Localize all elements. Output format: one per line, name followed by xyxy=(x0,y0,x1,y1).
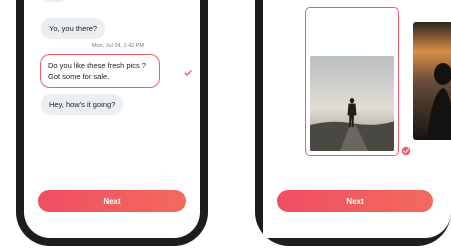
phone-frame-chat: Yo, you there? Mon, Jul 24, 1:42 PM Do y… xyxy=(16,0,208,246)
check-icon xyxy=(184,70,192,76)
phone-frame-gallery: Next xyxy=(255,0,451,246)
chat-bubble-text: Yo, you there? xyxy=(49,24,98,33)
photo-card-selected[interactable] xyxy=(305,7,399,156)
photo-thumbnail xyxy=(310,56,394,151)
chat-bubble-cutoff[interactable] xyxy=(43,0,65,2)
photo-card-second[interactable] xyxy=(413,22,451,140)
chat-bubble[interactable]: Yo, you there? xyxy=(41,18,106,39)
message-timestamp: Mon, Jul 24, 1:42 PM xyxy=(92,43,144,49)
chat-bubble-text: Hey, how's it going? xyxy=(49,100,116,109)
sunset-person-photo xyxy=(310,56,394,151)
gallery-screen: Next xyxy=(263,0,451,238)
next-button[interactable]: Next xyxy=(277,190,433,212)
check-badge-icon xyxy=(401,146,411,156)
chat-bubble[interactable]: Hey, how's it going? xyxy=(41,94,124,115)
dark-portrait-photo xyxy=(413,22,451,140)
chat-screen: Yo, you there? Mon, Jul 24, 1:42 PM Do y… xyxy=(24,0,200,238)
chat-bubble-selected[interactable]: Do you like these fresh pics ? Got some … xyxy=(40,54,160,88)
next-button[interactable]: Next xyxy=(38,190,186,212)
chat-bubble-text: Do you like these fresh pics ? Got some … xyxy=(48,61,146,81)
